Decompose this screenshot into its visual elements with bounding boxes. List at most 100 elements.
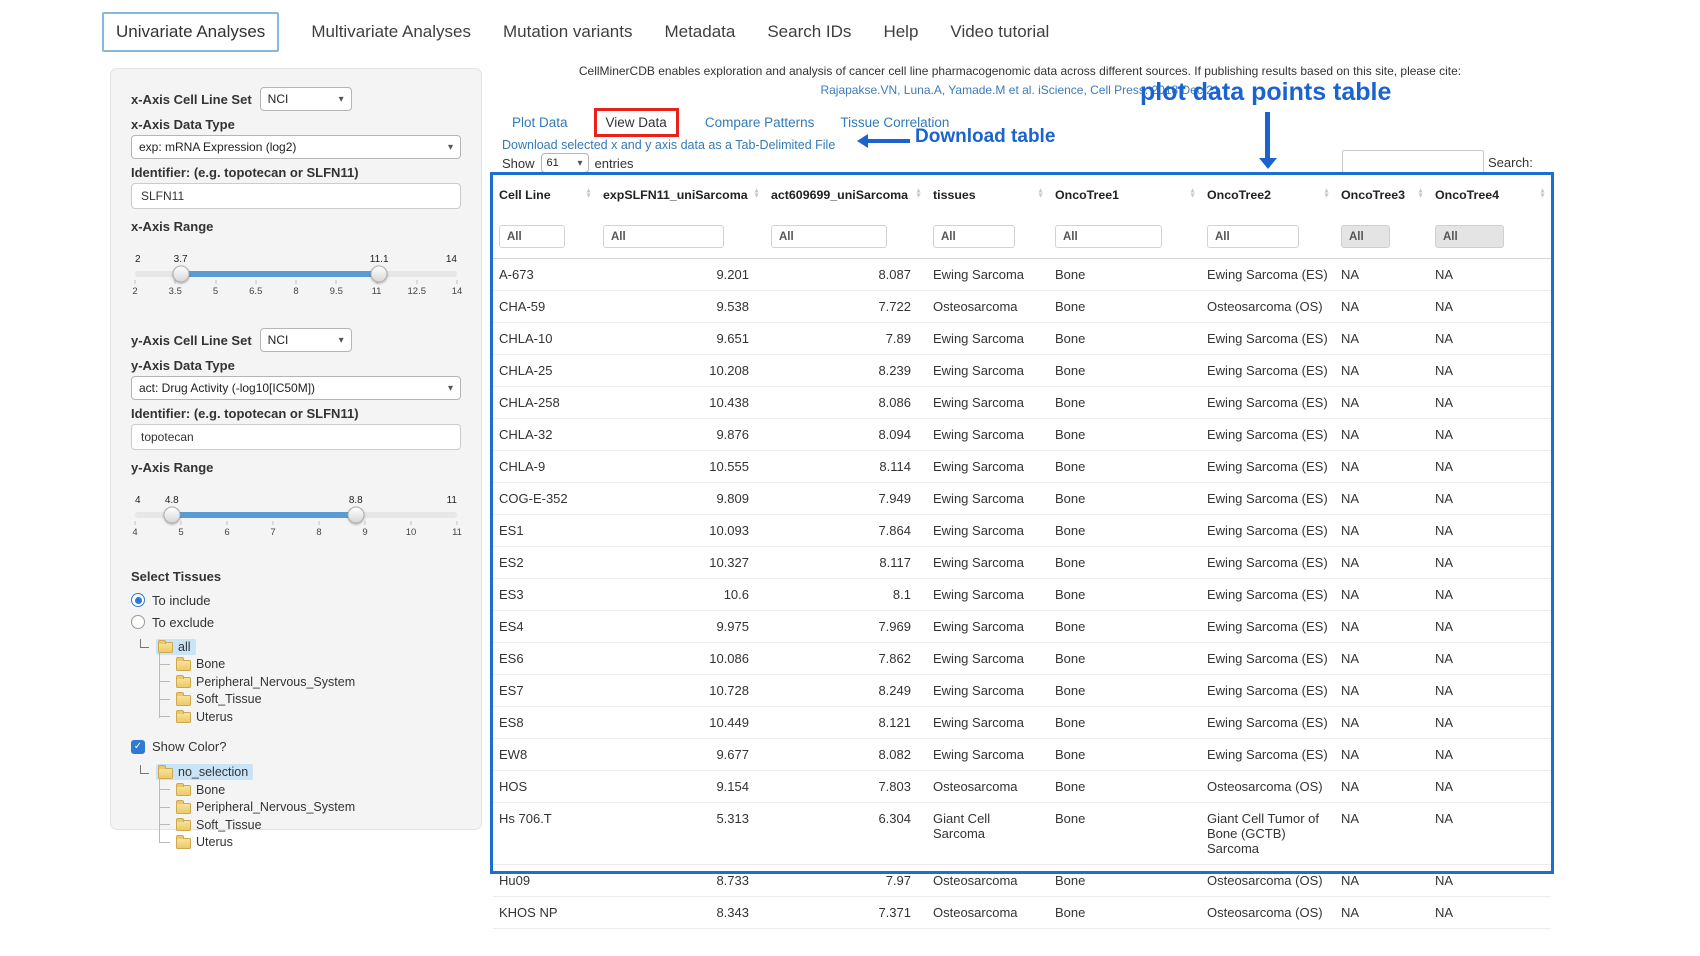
table-row[interactable]: ES210.3278.117Ewing SarcomaBoneEwing Sar… [493,547,1551,579]
column-header-oncotree4[interactable]: OncoTree4▲▼ [1429,175,1551,212]
table-row[interactable]: KHOS NP8.3437.371OsteosarcomaBoneOsteosa… [493,897,1551,929]
nav-tab-multivariate-analyses[interactable]: Multivariate Analyses [311,14,471,50]
column-filter-cell-line[interactable]: All [499,225,565,248]
tree-connector [160,699,170,700]
table-row[interactable]: Hu098.7337.97OsteosarcomaBoneOsteosarcom… [493,865,1551,897]
tab-view-data[interactable]: View Data [606,115,667,130]
y-range-slider[interactable]: 4114.88.84567891011 [135,495,457,541]
slider-handle-high[interactable] [371,266,388,283]
tree-item-bone[interactable]: Bone [173,781,461,799]
tree-item-soft-tissue[interactable]: Soft_Tissue [173,816,461,834]
y-identifier-input[interactable]: topotecan [131,424,461,450]
column-header-oncotree1[interactable]: OncoTree1▲▼ [1049,175,1201,212]
table-cell: 9.809 [597,483,765,515]
table-cell: Osteosarcoma (OS) [1201,897,1335,929]
slider-handle-low[interactable] [163,507,180,524]
entries-select[interactable]: 61 ▾ [541,153,589,173]
table-cell: Ewing Sarcoma [927,419,1049,451]
table-row[interactable]: CHLA-2510.2088.239Ewing SarcomaBoneEwing… [493,355,1551,387]
table-cell: NA [1335,419,1429,451]
slider-track[interactable] [135,512,457,518]
table-cell: 8.733 [597,865,765,897]
sort-icon[interactable]: ▲▼ [1539,188,1546,199]
nav-tab-metadata[interactable]: Metadata [664,14,735,50]
sort-icon[interactable]: ▲▼ [585,188,592,199]
table-row[interactable]: Hs 706.T5.3136.304Giant Cell SarcomaBone… [493,803,1551,865]
x-data-type-select[interactable]: exp: mRNA Expression (log2) ▾ [131,135,461,159]
tissue-exclude-radio[interactable]: To exclude [131,612,461,632]
folder-icon [176,820,191,831]
tissue-include-radio[interactable]: To include [131,590,461,610]
table-row[interactable]: ES610.0867.862Ewing SarcomaBoneEwing Sar… [493,643,1551,675]
column-filter-act609699-unisarcoma[interactable]: All [771,225,887,248]
column-filter-oncotree4[interactable]: All [1435,225,1504,248]
table-row[interactable]: CHLA-109.6517.89Ewing SarcomaBoneEwing S… [493,323,1551,355]
column-filter-oncotree3[interactable]: All [1341,225,1390,248]
sort-icon[interactable]: ▲▼ [1417,188,1424,199]
sort-icon[interactable]: ▲▼ [1037,188,1044,199]
tree-item-soft-tissue[interactable]: Soft_Tissue [173,691,461,709]
tree-item-peripheral-nervous-system[interactable]: Peripheral_Nervous_System [173,673,461,691]
table-cell: 8.094 [765,419,927,451]
tab-plot-data[interactable]: Plot Data [512,115,568,130]
table-row[interactable]: ES310.68.1Ewing SarcomaBoneEwing Sarcoma… [493,579,1551,611]
sort-icon[interactable]: ▲▼ [915,188,922,199]
slider-handle-high[interactable] [347,507,364,524]
tree-item-uterus[interactable]: Uterus [173,834,461,852]
table-row[interactable]: CHLA-910.5558.114Ewing SarcomaBoneEwing … [493,451,1551,483]
table-cell: NA [1335,259,1429,291]
table-cell: Ewing Sarcoma (ES) [1201,579,1335,611]
y-cell-line-set-select[interactable]: NCI ▾ [260,328,352,352]
x-identifier-input[interactable]: SLFN11 [131,183,461,209]
table-row[interactable]: CHA-599.5387.722OsteosarcomaBoneOsteosar… [493,291,1551,323]
table-row[interactable]: ES810.4498.121Ewing SarcomaBoneEwing Sar… [493,707,1551,739]
column-header-act609699-unisarcoma[interactable]: act609699_uniSarcoma▲▼ [765,175,927,212]
table-row[interactable]: ES710.7288.249Ewing SarcomaBoneEwing Sar… [493,675,1551,707]
tree-root-row[interactable]: all [139,638,461,656]
tab-compare-patterns[interactable]: Compare Patterns [705,115,815,130]
column-filter-expslfn11-unisarcoma[interactable]: All [603,225,724,248]
tree-item-peripheral-nervous-system[interactable]: Peripheral_Nervous_System [173,799,461,817]
table-cell: 7.949 [765,483,927,515]
table-filter-row: All All All All All All All All [493,212,1551,259]
column-header-expslfn11-unisarcoma[interactable]: expSLFN11_uniSarcoma▲▼ [597,175,765,212]
x-range-slider[interactable]: 2143.711.123.556.589.51112.514 [135,254,457,300]
table-row[interactable]: EW89.6778.082Ewing SarcomaBoneEwing Sarc… [493,739,1551,771]
table-row[interactable]: A-6739.2018.087Ewing SarcomaBoneEwing Sa… [493,259,1551,291]
column-header-tissues[interactable]: tissues▲▼ [927,175,1049,212]
tree-root-row[interactable]: no_selection [139,764,461,782]
table-row[interactable]: CHLA-329.8768.094Ewing SarcomaBoneEwing … [493,419,1551,451]
show-color-checkbox[interactable]: ✓ Show Color? [131,736,461,758]
table-row[interactable]: ES110.0937.864Ewing SarcomaBoneEwing Sar… [493,515,1551,547]
y-data-type-select[interactable]: act: Drug Activity (-log10[IC50M]) ▾ [131,376,461,400]
table-cell: NA [1429,803,1551,865]
column-header-cell-line[interactable]: Cell Line▲▼ [493,175,597,212]
download-data-link[interactable]: Download selected x and y axis data as a… [502,138,835,152]
nav-tab-video-tutorial[interactable]: Video tutorial [950,14,1049,50]
search-input[interactable] [1342,150,1484,173]
slider-handle-low[interactable] [172,266,189,283]
nav-tab-mutation-variants[interactable]: Mutation variants [503,14,632,50]
tree-item-uterus[interactable]: Uterus [173,708,461,726]
sort-icon[interactable]: ▲▼ [1189,188,1196,199]
table-row[interactable]: COG-E-3529.8097.949Ewing SarcomaBoneEwin… [493,483,1551,515]
nav-tab-search-ids[interactable]: Search IDs [767,14,851,50]
tree-item-bone[interactable]: Bone [173,656,461,674]
folder-icon [176,660,191,671]
table-header-row: Cell Line▲▼expSLFN11_uniSarcoma▲▼act6096… [493,175,1551,212]
table-cell: NA [1429,483,1551,515]
nav-tab-help[interactable]: Help [883,14,918,50]
table-row[interactable]: HOS9.1547.803OsteosarcomaBoneOsteosarcom… [493,771,1551,803]
nav-tab-univariate-analyses[interactable]: Univariate Analyses [102,12,279,52]
column-filter-oncotree2[interactable]: All [1207,225,1299,248]
sort-icon[interactable]: ▲▼ [753,188,760,199]
table-row[interactable]: CHLA-25810.4388.086Ewing SarcomaBoneEwin… [493,387,1551,419]
x-cell-line-set-select[interactable]: NCI ▾ [260,87,352,111]
sort-icon[interactable]: ▲▼ [1323,188,1330,199]
column-header-oncotree2[interactable]: OncoTree2▲▼ [1201,175,1335,212]
table-cell: Ewing Sarcoma (ES) [1201,675,1335,707]
column-header-oncotree3[interactable]: OncoTree3▲▼ [1335,175,1429,212]
table-row[interactable]: ES49.9757.969Ewing SarcomaBoneEwing Sarc… [493,611,1551,643]
column-filter-oncotree1[interactable]: All [1055,225,1162,248]
column-filter-tissues[interactable]: All [933,225,1015,248]
